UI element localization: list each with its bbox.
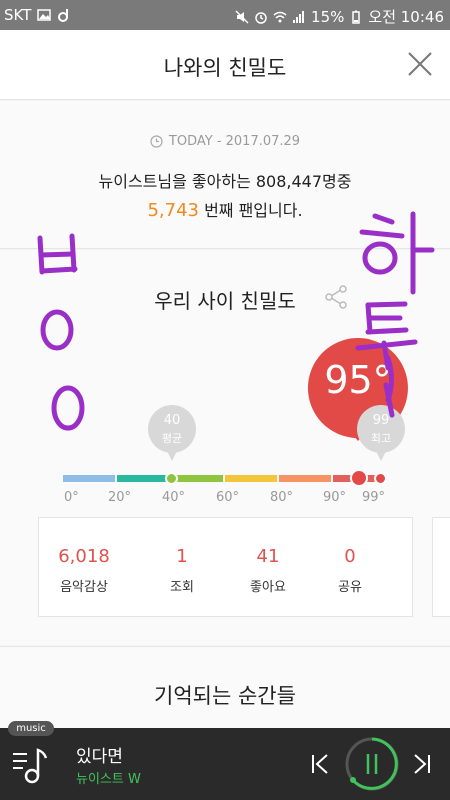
signal-icon	[293, 10, 305, 23]
artist-name[interactable]: 뉴이스트 W	[76, 768, 141, 787]
gauge-segment-yellow	[225, 475, 277, 482]
next-card-peek[interactable]	[432, 517, 450, 617]
moments-title: 기억되는 순간들	[154, 684, 296, 708]
stat-value: 41	[256, 546, 280, 567]
fan-rank-suffix: 번째 팬입니다.	[204, 201, 303, 220]
my-score-marker	[350, 469, 368, 487]
alarm-icon	[255, 11, 267, 24]
moments-section: 기억되는 순간들	[0, 646, 450, 728]
share-icon[interactable]	[323, 284, 349, 310]
carrier-label: SKT	[4, 6, 32, 24]
tick-label: 60°	[216, 490, 240, 505]
stat-value: 0	[344, 546, 356, 567]
gauge-segment-teal	[117, 475, 169, 482]
tick-label: 99°	[362, 490, 386, 505]
gauge-segment-orange	[279, 475, 331, 482]
tick-label: 90°	[323, 490, 347, 505]
max-value: 99	[372, 413, 390, 428]
music-tag: music	[8, 721, 54, 736]
battery-percent: 15%	[311, 7, 345, 26]
battery-icon	[352, 10, 361, 24]
clock: 오전 10:46	[368, 8, 444, 26]
tick-label: 80°	[270, 490, 294, 505]
max-marker	[374, 472, 387, 485]
fan-rank-number: 5,743	[147, 200, 199, 221]
stat-label: 좋아요	[250, 580, 286, 595]
average-value: 40	[163, 413, 181, 428]
gauge-segment-green	[171, 475, 223, 482]
gallery-icon	[37, 9, 52, 21]
fans-count-text: 뉴이스트님을 좋아하는 808,447명중	[98, 172, 352, 191]
stat-label: 조회	[170, 580, 194, 595]
my-score: 95°	[324, 358, 392, 402]
close-icon[interactable]	[406, 50, 434, 78]
stat-label: 음악감상	[60, 580, 108, 595]
page-title: 나와의 친밀도	[163, 56, 287, 80]
music-notification-icon	[58, 9, 69, 22]
playlist-icon[interactable]	[10, 742, 50, 786]
mute-icon	[235, 9, 249, 24]
status-bar: SKT 15% 오전 10:46	[0, 0, 450, 30]
next-icon[interactable]	[410, 752, 434, 776]
tick-label: 40°	[162, 490, 186, 505]
page-header: 나와의 친밀도	[0, 30, 450, 100]
tick-label: 20°	[108, 490, 132, 505]
tick-label: 0°	[64, 490, 79, 505]
pause-button[interactable]	[344, 736, 400, 792]
stats-card[interactable]: 6,018 음악감상 1 조회 41 좋아요 0 공유	[38, 517, 413, 617]
today-date: TODAY - 2017.07.29	[0, 134, 450, 149]
today-section: TODAY - 2017.07.29 뉴이스트님을 좋아하는 808,447명중…	[0, 101, 450, 249]
fan-rank: 5,743 번째 팬입니다.	[0, 197, 450, 221]
average-label: 평균	[161, 432, 183, 445]
song-title[interactable]: 있다면	[76, 742, 123, 767]
clock-icon	[150, 135, 163, 148]
max-label: 최고	[370, 432, 392, 445]
intimacy-title: 우리 사이 친밀도	[154, 289, 296, 313]
previous-icon[interactable]	[308, 752, 332, 776]
stat-value: 6,018	[58, 546, 110, 567]
today-date-label: TODAY - 2017.07.29	[168, 134, 301, 149]
gauge-segment-blue	[63, 475, 115, 482]
stat-value: 1	[176, 546, 188, 567]
stat-label: 공유	[338, 580, 362, 595]
average-marker	[165, 472, 178, 485]
wifi-icon	[273, 11, 287, 22]
